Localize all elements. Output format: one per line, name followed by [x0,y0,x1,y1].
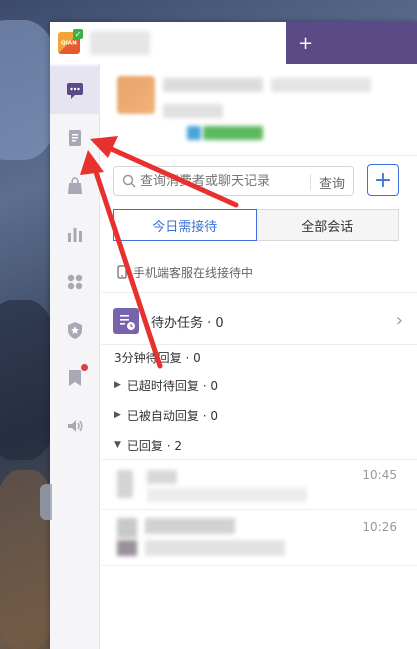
search-icon [122,174,136,188]
shield-icon [68,322,82,339]
group-timeout[interactable]: ▶ 已超时待回复 · 0 [101,371,417,399]
todo-label: 待办任务 · 0 [151,315,224,331]
sidebar-item-security[interactable] [50,306,100,354]
search-box: 查询 [113,166,354,196]
sidebar-item-goods[interactable] [50,162,100,210]
sidebar-item-sound[interactable] [50,402,100,450]
conversation-time: 10:26 [362,520,397,534]
sidebar-item-orders[interactable] [50,114,100,162]
tab-all[interactable]: 全部会话 [256,209,399,241]
group-replied-label: 已回复 · 2 [126,438,183,453]
conversation-filter-tabs: 今日需接待 全部会话 [113,209,399,241]
notification-dot [81,364,88,371]
shopping-bag-icon [68,177,82,194]
avatar [117,518,137,538]
app-window: QIAN ✓ + 查询消费者或聊天记录 查询 + 今日需接待 全部会话 手机端客… [50,22,417,649]
caret-down-icon: ▼ [114,440,121,450]
phone-icon [117,265,127,279]
shop-header [101,64,417,156]
shop-badge-redacted [187,126,201,140]
bookmark-icon [69,370,81,386]
group-timeout-label: 已超时待回复 · 0 [126,378,219,393]
group-three-min-label: 3分钟待回复 · 0 [114,350,201,365]
chat-bubble-icon [67,83,83,99]
message-preview-redacted [145,540,285,556]
todo-row[interactable]: 待办任务 · 0 › [101,298,417,344]
chevron-right-icon: › [395,310,403,331]
avatar-detail [117,540,137,556]
caret-right-icon: ▶ [114,380,121,390]
check-icon: ✓ [73,29,83,39]
sidebar-item-notes[interactable] [50,354,100,402]
search-row: 查询 + [113,164,405,198]
sidebar [50,64,100,649]
plus-icon: + [298,32,314,54]
divider [101,292,417,293]
sidebar-item-apps[interactable] [50,258,100,306]
active-tab[interactable]: QIAN ✓ [50,22,286,64]
sidebar-item-stats[interactable] [50,210,100,258]
customer-name-redacted [147,470,177,484]
speaker-icon [68,420,83,432]
group-auto-reply[interactable]: ▶ 已被自动回复 · 0 [101,401,417,429]
bar-chart-icon [68,228,82,242]
shop-info-redacted [271,78,371,92]
avatar [117,470,133,498]
tab-title-redacted [90,31,150,55]
list-item[interactable]: 10:26 [101,512,417,566]
message-preview-redacted [147,488,307,502]
mobile-status-row: 手机端客服在线接待中 [101,260,417,284]
grid-icon [67,274,83,290]
conversation-time: 10:45 [362,468,397,482]
shop-status-redacted [203,126,263,140]
mobile-status-text: 手机端客服在线接待中 [133,265,254,280]
app-logo-text: QIAN [61,39,77,47]
list-item[interactable]: 10:45 [101,460,417,510]
customer-name-redacted [145,518,235,534]
title-bar: QIAN ✓ + [50,22,417,64]
shop-name-redacted [163,78,263,92]
shop-avatar [117,76,155,114]
search-divider [310,174,311,190]
caret-right-icon: ▶ [114,410,121,420]
document-icon [69,130,81,146]
todo-list-icon [113,308,139,334]
shop-subinfo-redacted [163,104,223,118]
add-button[interactable]: + [367,164,399,196]
group-replied[interactable]: ▼ 已回复 · 2 [101,431,417,459]
sidebar-item-messages[interactable] [50,66,100,114]
plus-icon: + [373,167,393,193]
chat-list-panel: 查询 + 今日需接待 全部会话 手机端客服在线接待中 待办任务 · 0 › 3分… [101,64,417,649]
group-auto-label: 已被自动回复 · 0 [126,408,219,423]
search-button[interactable]: 查询 [319,173,345,192]
new-tab-button[interactable]: + [286,22,417,64]
search-input[interactable] [140,173,300,189]
tab-today[interactable]: 今日需接待 [113,209,257,241]
window-resize-handle[interactable] [40,484,52,520]
group-three-min[interactable]: 3分钟待回复 · 0 [101,343,417,371]
app-logo: QIAN ✓ [58,29,83,54]
